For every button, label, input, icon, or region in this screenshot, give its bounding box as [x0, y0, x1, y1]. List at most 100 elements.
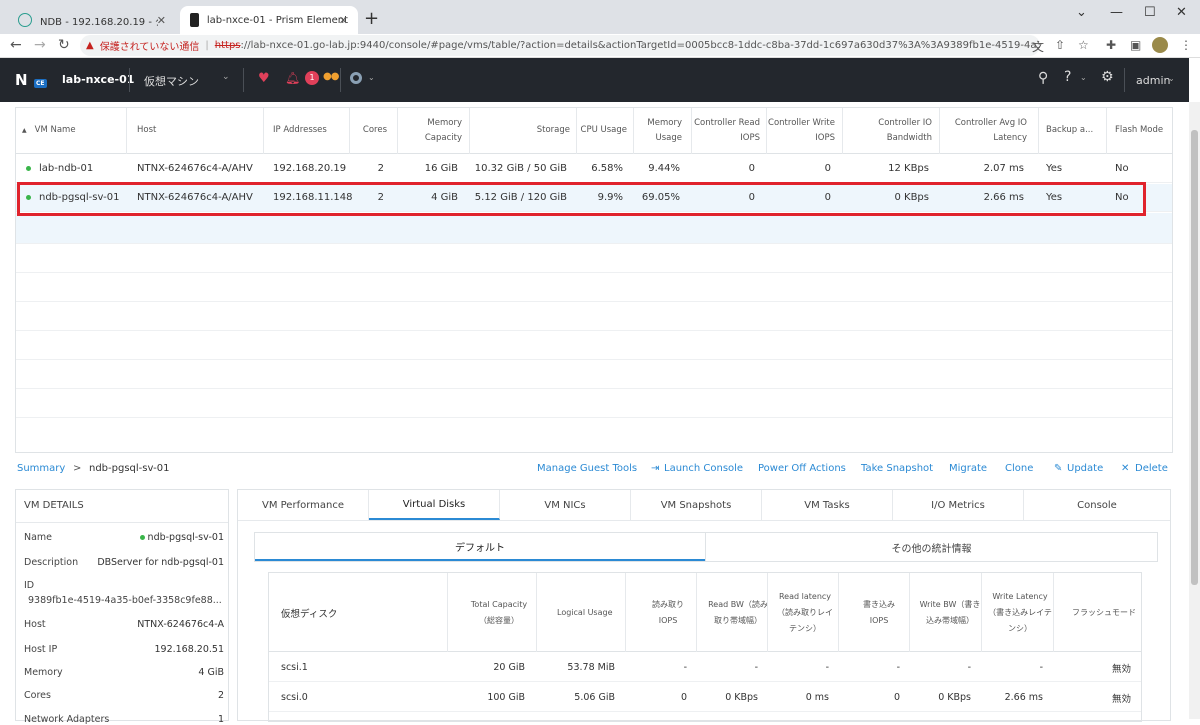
col-flash[interactable]: Flash Mode — [1115, 108, 1170, 153]
nutanix-logo[interactable]: N CE — [15, 71, 47, 89]
vm-details-title: VM DETAILS — [24, 500, 84, 511]
url-text: ://lab-nxce-01.go-lab.jp:9440/console/#p… — [240, 40, 1040, 51]
vm-table-row[interactable]: lab-ndb-01 NTNX-624676c4-A/AHV 192.168.2… — [16, 155, 1172, 183]
scrollbar-thumb[interactable] — [1191, 130, 1198, 585]
not-secure-label: 保護されていない通信 — [99, 42, 200, 53]
launch-console-button[interactable]: Launch Console — [664, 463, 743, 474]
manage-guest-tools-button[interactable]: Manage Guest Tools — [537, 463, 637, 474]
delete-button[interactable]: Delete — [1135, 463, 1168, 474]
view-menu[interactable]: 仮想マシン — [144, 73, 199, 89]
profile-avatar[interactable] — [1152, 37, 1168, 53]
chevron-down-icon[interactable]: ⌄ — [1168, 74, 1175, 83]
power-on-icon — [26, 166, 31, 171]
tasks-circle-icon[interactable] — [350, 72, 362, 84]
maximize-icon[interactable]: ☐ — [1144, 5, 1156, 20]
tab-vm-tasks[interactable]: VM Tasks — [762, 490, 893, 520]
minimize-icon[interactable]: — — [1110, 5, 1123, 20]
delete-x-icon[interactable]: ✕ — [1121, 463, 1129, 474]
chevron-down-icon[interactable]: ⌄ — [222, 72, 230, 82]
tab-default[interactable]: デフォルト — [255, 533, 705, 561]
browser-menu-icon[interactable]: ⋮ — [1180, 38, 1192, 52]
user-menu[interactable]: admin — [1136, 74, 1170, 87]
new-tab-button[interactable]: + — [364, 8, 379, 29]
bookmark-star-icon[interactable]: ☆ — [1078, 38, 1089, 52]
events-dots-icon[interactable]: ●● — [323, 71, 339, 82]
chevron-down-icon[interactable]: ⌄ — [368, 73, 375, 82]
take-snapshot-button[interactable]: Take Snapshot — [861, 463, 933, 474]
col-cpu[interactable]: CPU Usage — [577, 108, 627, 153]
tab-vm-snapshots[interactable]: VM Snapshots — [631, 490, 762, 520]
tab-virtual-disks[interactable]: Virtual Disks — [369, 490, 500, 520]
col-read-iops[interactable]: Controller Read IOPS — [692, 108, 760, 153]
back-icon[interactable]: ← — [10, 37, 22, 53]
share-icon[interactable]: ⇧ — [1055, 38, 1065, 52]
sidepanel-icon[interactable]: ▣ — [1130, 38, 1141, 52]
help-icon[interactable]: ? — [1064, 69, 1071, 85]
vm-table: ▲ VM Name Host IP Addresses Cores Memory … — [15, 107, 1173, 453]
alert-count-badge[interactable]: 1 — [305, 71, 319, 85]
health-icon[interactable]: ♥ — [258, 71, 270, 86]
tab-search-chevron-icon[interactable]: ⌄ — [1076, 5, 1087, 20]
col-logical-usage: Logical Usage — [557, 608, 613, 617]
gear-icon[interactable]: ⚙ — [1101, 69, 1114, 85]
vm-backup: Yes — [1046, 163, 1063, 174]
col-backup[interactable]: Backup a... — [1046, 108, 1106, 153]
disk-read-iops: 0 — [680, 692, 687, 703]
tab-vm-nics[interactable]: VM NICs — [500, 490, 631, 520]
disk-name: scsi.0 — [281, 692, 308, 703]
summary-link[interactable]: Summary — [17, 463, 65, 474]
url-field[interactable]: ▲ 保護されていない通信 | https ://lab-nxce-01.go-l… — [80, 35, 1040, 56]
vm-cpu: 6.58% — [591, 163, 623, 174]
vm-name[interactable]: lab-ndb-01 — [39, 163, 93, 174]
tab-console[interactable]: Console — [1024, 490, 1170, 520]
sort-asc-icon[interactable]: ▲ VM Name — [22, 108, 122, 153]
col-memory[interactable]: Memory Capacity — [398, 108, 462, 153]
close-tab-icon[interactable]: ✕ — [339, 14, 348, 27]
col-storage[interactable]: Storage — [470, 108, 570, 153]
pencil-icon[interactable]: ✎ — [1054, 463, 1062, 474]
col-host[interactable]: Host — [137, 108, 257, 153]
reload-icon[interactable]: ↻ — [58, 37, 70, 53]
alert-bell-icon[interactable]: 🔔︎ — [285, 71, 300, 85]
col-write-iops[interactable]: Controller Write IOPS — [767, 108, 835, 153]
vm-ip: 192.168.20.19 — [273, 163, 347, 174]
col-total-capacity: Total Capacity（総容量） — [470, 599, 528, 625]
disk-read-iops: - — [683, 662, 687, 673]
cluster-name[interactable]: lab-nxce-01 — [62, 73, 134, 86]
chevron-down-icon[interactable]: ⌄ — [1080, 73, 1087, 82]
col-ip[interactable]: IP Addresses — [273, 108, 353, 153]
disk-write-bw: 0 KBps — [938, 692, 971, 703]
update-button[interactable]: Update — [1067, 463, 1103, 474]
tab-other-stats[interactable]: その他の統計情報 — [705, 533, 1157, 561]
col-cores[interactable]: Cores — [350, 108, 387, 153]
col-read-bw: Read BW（読み取り帯域幅） — [708, 599, 768, 625]
search-icon[interactable]: ⚲ — [1038, 70, 1048, 86]
col-read-iops: 読み取りIOPS — [652, 599, 684, 625]
col-vm-name[interactable]: VM Name — [35, 123, 76, 138]
tab-vm-performance[interactable]: VM Performance — [238, 490, 369, 520]
col-latency[interactable]: Controller Avg IO Latency — [940, 108, 1027, 153]
highlight-box — [17, 182, 1146, 216]
vm-storage: 10.32 GiB / 50 GiB — [474, 163, 567, 174]
clone-button[interactable]: Clone — [1005, 463, 1033, 474]
vm-memory: 16 GiB — [424, 163, 458, 174]
migrate-button[interactable]: Migrate — [949, 463, 987, 474]
browser-tab-ndb[interactable]: NDB - 192.168.20.19 - ダッシュボー ✕ — [8, 6, 176, 34]
col-mem-usage[interactable]: Memory Usage — [634, 108, 682, 153]
vm-latency: 2.07 ms — [983, 163, 1024, 174]
browser-tab-prism[interactable]: lab-nxce-01 - Prism Element ✕ — [180, 6, 358, 34]
close-window-icon[interactable]: ✕ — [1176, 5, 1187, 20]
launch-console-icon[interactable]: ⇥ — [651, 463, 659, 474]
forward-icon[interactable]: → — [34, 37, 46, 53]
tab-io-metrics[interactable]: I/O Metrics — [893, 490, 1024, 520]
close-tab-icon[interactable]: ✕ — [157, 14, 166, 27]
extensions-icon[interactable]: ✚ — [1106, 38, 1116, 52]
summary-bar: Summary > ndb-pgsql-sv-01 Manage Guest T… — [15, 463, 1175, 479]
vm-host: NTNX-624676c4-A/AHV — [137, 163, 253, 174]
col-read-latency: Read latency（読み取りレイテンシ） — [777, 591, 833, 633]
page-scrollbar[interactable] — [1189, 102, 1200, 719]
col-bandwidth[interactable]: Controller IO Bandwidth — [843, 108, 932, 153]
power-off-actions-button[interactable]: Power Off Actions — [758, 463, 846, 474]
disk-table-row: scsi.0 100 GiB 5.06 GiB 0 0 KBps 0 ms 0 … — [269, 683, 1141, 712]
translate-icon[interactable]: 文 — [1032, 38, 1044, 55]
